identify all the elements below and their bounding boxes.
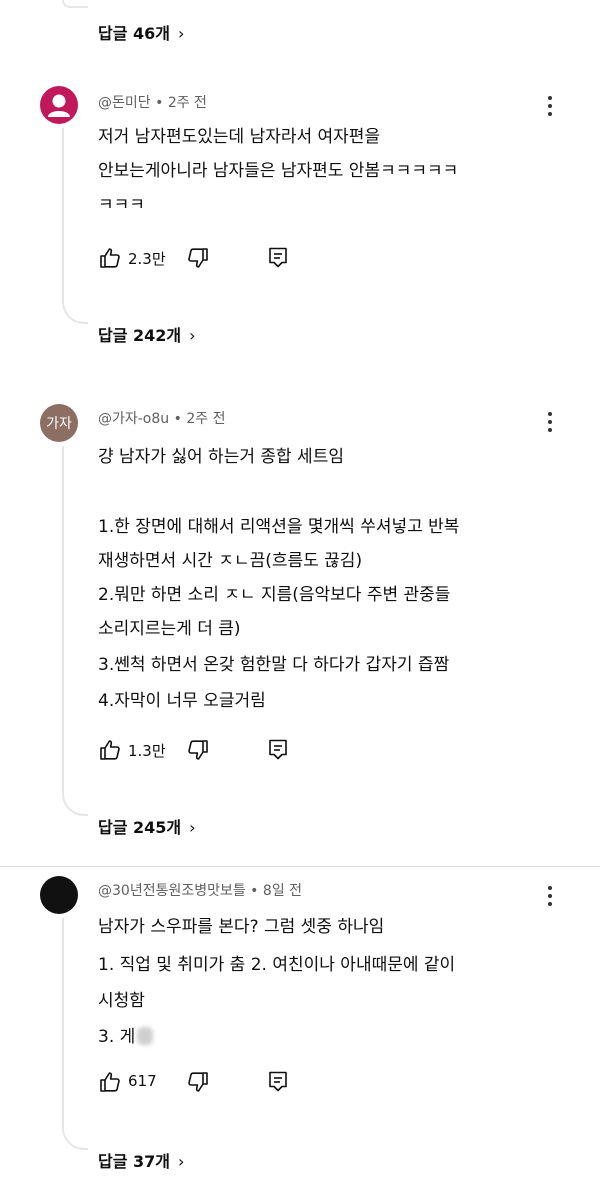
- comment-text-line: 재생하면서 시간 ㅈㄴ끔(흐름도 끊김): [98, 551, 363, 571]
- user-silhouette-icon: [48, 94, 70, 117]
- more-options-icon[interactable]: [540, 96, 560, 120]
- comment-text-fragment: 3. 게: [98, 1027, 136, 1047]
- reply-icon[interactable]: [266, 738, 290, 762]
- thread-line: [62, 128, 88, 324]
- chevron-right-icon: ›: [178, 24, 185, 43]
- comment-actions: 617: [98, 1070, 318, 1094]
- replies-label: 답글 242개: [98, 326, 182, 345]
- like-count: 617: [128, 1072, 157, 1090]
- replies-label: 답글 37개: [98, 1152, 170, 1171]
- replies-label: 답글 245개: [98, 818, 182, 837]
- comment-text-line: 1.한 장면에 대해서 리액션을 몇개씩 쑤셔넣고 반복: [98, 517, 460, 537]
- comment-actions: 1.3만: [98, 738, 318, 762]
- comment-text-line: 소리지르는게 더 큼): [98, 619, 241, 639]
- chevron-right-icon: ›: [189, 818, 196, 837]
- comment-text-line: 3.쎈척 하면서 온갖 험한말 다 하다가 갑자기 즙짬: [98, 655, 450, 675]
- chevron-right-icon: ›: [189, 326, 196, 345]
- comment-text-line: 1. 직업 및 취미가 춤 2. 여친이나 아내때문에 같이: [98, 955, 456, 975]
- blurred-text: [137, 1027, 154, 1045]
- comment-time: 2주 전: [167, 95, 207, 111]
- like-count: 1.3만: [128, 742, 166, 760]
- more-options-icon[interactable]: [540, 886, 560, 910]
- comment-text-line: 저거 남자편도있는데 남자라서 여자편을: [98, 127, 381, 147]
- thumbs-down-icon[interactable]: [186, 738, 210, 762]
- reply-icon[interactable]: [266, 1070, 290, 1094]
- comment-text-line: ㅋㅋㅋ: [98, 195, 145, 215]
- thumbs-up-icon[interactable]: [98, 246, 122, 270]
- thumbs-up-icon[interactable]: [98, 738, 122, 762]
- comment-text-line: 4.자막이 너무 오글거림: [98, 691, 266, 711]
- avatar[interactable]: 가자: [40, 404, 78, 442]
- comment-meta: @가자-o8u • 2주 전: [98, 411, 226, 427]
- comment-text-line: 걍 남자가 싫어 하는거 종합 세트임: [98, 447, 344, 467]
- comment-text-line: 2.뭐만 하면 소리 ㅈㄴ 지름(음악보다 주변 관중들: [98, 585, 451, 605]
- replies-button[interactable]: 답글 242개 ›: [98, 322, 196, 346]
- comment-text-line: 3. 게: [98, 1022, 154, 1047]
- comment-author[interactable]: @돈미단: [98, 95, 151, 111]
- comment-text-line: 안보는게아니라 남자들은 남자편도 안봄ㅋㅋㅋㅋㅋ: [98, 161, 459, 181]
- comment-text-line: 시청함: [98, 991, 145, 1011]
- thread-line: [62, 0, 88, 8]
- divider: [0, 866, 600, 867]
- thumbs-down-icon[interactable]: [186, 246, 210, 270]
- like-count: 2.3만: [128, 250, 166, 268]
- comment-meta: @돈미단 • 2주 전: [98, 95, 207, 111]
- more-options-icon[interactable]: [540, 412, 560, 436]
- avatar[interactable]: [40, 876, 78, 914]
- comment-author[interactable]: @30년전통원조병맛보틀: [98, 883, 246, 899]
- replies-button[interactable]: 답글 46개 ›: [98, 20, 184, 44]
- comment-time: 2주 전: [186, 411, 226, 427]
- replies-label: 답글 46개: [98, 24, 170, 43]
- thread-line: [62, 918, 88, 1150]
- comment-author[interactable]: @가자-o8u: [98, 411, 169, 427]
- avatar[interactable]: [40, 86, 78, 124]
- replies-button[interactable]: 답글 245개 ›: [98, 814, 196, 838]
- comment-time: 8일 전: [262, 883, 303, 899]
- avatar-initials: 가자: [46, 416, 72, 432]
- replies-button[interactable]: 답글 37개 ›: [98, 1148, 184, 1172]
- thumbs-up-icon[interactable]: [98, 1070, 122, 1094]
- thread-line: [62, 446, 88, 816]
- comment-actions: 2.3만: [98, 246, 318, 270]
- comment-meta: @30년전통원조병맛보틀 • 8일 전: [98, 883, 303, 899]
- reply-icon[interactable]: [266, 246, 290, 270]
- thumbs-down-icon[interactable]: [186, 1070, 210, 1094]
- comment-text-line: 남자가 스우파를 본다? 그럼 셋중 하나임: [98, 917, 385, 937]
- chevron-right-icon: ›: [178, 1152, 185, 1171]
